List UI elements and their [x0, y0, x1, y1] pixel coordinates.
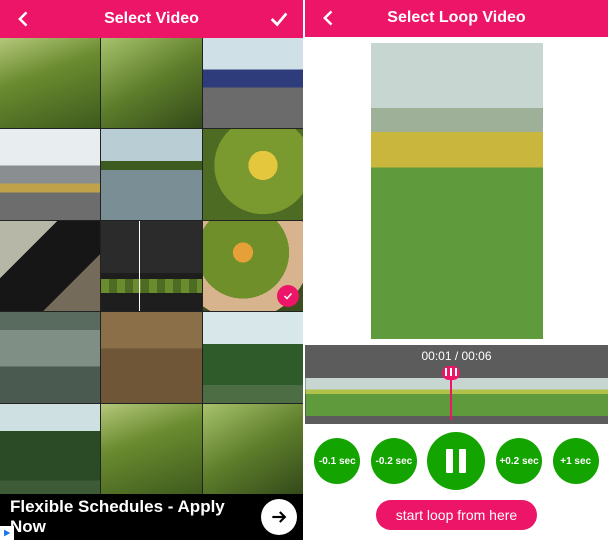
- video-thumbnail[interactable]: [0, 404, 100, 494]
- video-thumbnail[interactable]: [203, 129, 303, 219]
- scrubber-track[interactable]: [305, 378, 608, 416]
- ad-text: Flexible Schedules - Apply Now: [4, 497, 261, 537]
- check-icon: [268, 8, 290, 30]
- page-title: Select Video: [38, 10, 265, 28]
- video-thumbnail[interactable]: [101, 221, 201, 311]
- video-thumbnail[interactable]: [101, 404, 201, 494]
- chevron-left-icon: [14, 9, 34, 29]
- confirm-button[interactable]: [265, 5, 293, 33]
- screen-select-video: Select Video Flexible: [0, 0, 303, 540]
- ad-banner[interactable]: Flexible Schedules - Apply Now: [0, 494, 303, 540]
- seek-controls: -0.1 sec -0.2 sec +0.2 sec +1 sec: [305, 424, 608, 494]
- header: Select Loop Video: [305, 0, 608, 37]
- time-display: 00:01 / 00:06: [305, 345, 608, 368]
- video-preview-area: [305, 37, 608, 339]
- video-thumbnail-selected[interactable]: [203, 221, 303, 311]
- video-thumbnail[interactable]: [101, 312, 201, 402]
- start-loop-row: start loop from here: [305, 494, 608, 540]
- scrubber[interactable]: [305, 368, 608, 424]
- video-grid: [0, 38, 303, 494]
- page-title: Select Loop Video: [343, 9, 570, 27]
- screen-select-loop-video: Select Loop Video 00:01 / 00:06 -0.1 sec…: [305, 0, 608, 540]
- pause-button[interactable]: [427, 432, 485, 490]
- header: Select Video: [0, 0, 303, 38]
- video-thumbnail[interactable]: [203, 38, 303, 128]
- video-thumbnail[interactable]: [203, 312, 303, 402]
- arrow-right-icon: [269, 507, 289, 527]
- back-button[interactable]: [315, 4, 343, 32]
- playhead[interactable]: [450, 370, 452, 420]
- seek-back-0-1-button[interactable]: -0.1 sec: [314, 438, 360, 484]
- video-thumbnail[interactable]: [0, 38, 100, 128]
- video-preview[interactable]: [371, 43, 543, 339]
- seek-forward-0-2-button[interactable]: +0.2 sec: [496, 438, 542, 484]
- chevron-left-icon: [319, 8, 339, 28]
- back-button[interactable]: [10, 5, 38, 33]
- seek-back-0-2-button[interactable]: -0.2 sec: [371, 438, 417, 484]
- video-thumbnail[interactable]: [0, 312, 100, 402]
- seek-forward-1-button[interactable]: +1 sec: [553, 438, 599, 484]
- adchoices-icon[interactable]: [0, 526, 14, 540]
- ad-cta-button[interactable]: [261, 499, 297, 535]
- start-loop-button[interactable]: start loop from here: [376, 500, 537, 530]
- video-thumbnail[interactable]: [0, 221, 100, 311]
- video-thumbnail[interactable]: [0, 129, 100, 219]
- video-thumbnail[interactable]: [203, 404, 303, 494]
- video-thumbnail[interactable]: [101, 38, 201, 128]
- video-thumbnail[interactable]: [101, 129, 201, 219]
- pause-icon: [446, 449, 466, 473]
